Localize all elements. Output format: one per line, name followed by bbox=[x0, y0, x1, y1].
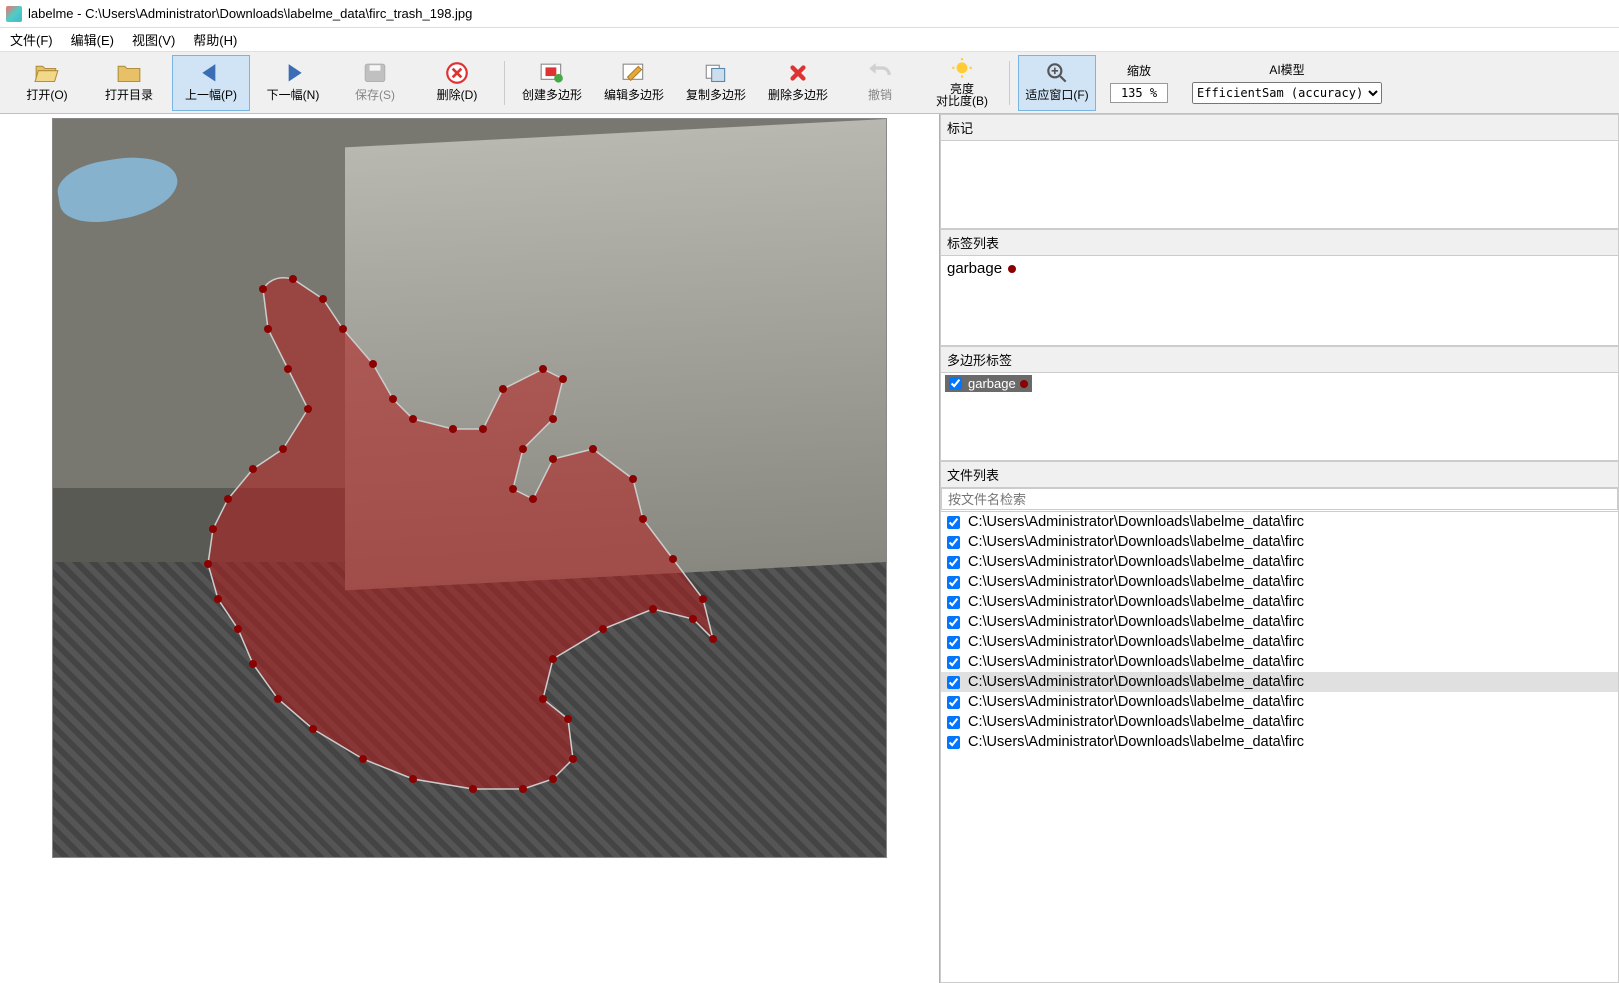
file-checkbox[interactable] bbox=[947, 656, 960, 669]
open-button[interactable]: 打开(O) bbox=[8, 55, 86, 111]
separator bbox=[504, 61, 505, 105]
zoom-label: 缩放 bbox=[1127, 62, 1151, 79]
toolbar: 打开(O) 打开目录 上一幅(P) 下一幅(N) 保存(S) 删除(D) 创建多… bbox=[0, 52, 1619, 114]
app-icon bbox=[6, 6, 22, 22]
file-checkbox[interactable] bbox=[947, 556, 960, 569]
label-list-header[interactable]: 标签列表 bbox=[940, 229, 1619, 256]
delete-polygon-icon bbox=[785, 62, 811, 84]
file-list-item[interactable]: C:\Users\Administrator\Downloads\labelme… bbox=[941, 712, 1618, 732]
file-search-input[interactable] bbox=[941, 488, 1618, 510]
file-checkbox[interactable] bbox=[947, 596, 960, 609]
color-dot-icon bbox=[1008, 265, 1016, 273]
copy-icon bbox=[703, 62, 729, 84]
arrow-right-icon bbox=[280, 62, 306, 84]
save-button: 保存(S) bbox=[336, 55, 414, 111]
file-checkbox[interactable] bbox=[947, 536, 960, 549]
copy-polygon-button[interactable]: 复制多边形 bbox=[677, 55, 755, 111]
titlebar: labelme - C:\Users\Administrator\Downloa… bbox=[0, 0, 1619, 28]
file-path-text: C:\Users\Administrator\Downloads\labelme… bbox=[968, 534, 1304, 550]
polygon-annotation[interactable] bbox=[113, 269, 733, 799]
file-checkbox[interactable] bbox=[947, 636, 960, 649]
file-checkbox[interactable] bbox=[947, 676, 960, 689]
loaded-image[interactable] bbox=[52, 118, 887, 858]
file-list-header[interactable]: 文件列表 bbox=[940, 461, 1619, 488]
polygon-visibility-checkbox[interactable] bbox=[949, 377, 962, 390]
next-image-button[interactable]: 下一幅(N) bbox=[254, 55, 332, 111]
file-checkbox[interactable] bbox=[947, 736, 960, 749]
edit-polygon-icon bbox=[621, 62, 647, 84]
folder-open-icon bbox=[34, 62, 60, 84]
file-list-item[interactable]: C:\Users\Administrator\Downloads\labelme… bbox=[941, 672, 1618, 692]
file-path-text: C:\Users\Administrator\Downloads\labelme… bbox=[968, 574, 1304, 590]
delete-polygon-button[interactable]: 删除多边形 bbox=[759, 55, 837, 111]
brightness-icon bbox=[949, 59, 975, 81]
zoom-value[interactable]: 135 % bbox=[1110, 83, 1168, 103]
open-dir-button[interactable]: 打开目录 bbox=[90, 55, 168, 111]
file-list-item[interactable]: C:\Users\Administrator\Downloads\labelme… bbox=[941, 592, 1618, 612]
undo-icon bbox=[867, 62, 893, 84]
flags-panel-header[interactable]: 标记 bbox=[940, 114, 1619, 141]
file-path-text: C:\Users\Administrator\Downloads\labelme… bbox=[968, 594, 1304, 610]
file-search bbox=[940, 488, 1619, 512]
file-path-text: C:\Users\Administrator\Downloads\labelme… bbox=[968, 714, 1304, 730]
file-list-item[interactable]: C:\Users\Administrator\Downloads\labelme… bbox=[941, 652, 1618, 672]
label-list-panel[interactable]: garbage bbox=[940, 256, 1619, 346]
separator bbox=[1009, 61, 1010, 105]
file-path-text: C:\Users\Administrator\Downloads\labelme… bbox=[968, 554, 1304, 570]
create-polygon-button[interactable]: 创建多边形 bbox=[513, 55, 591, 111]
window-title: labelme - C:\Users\Administrator\Downloa… bbox=[28, 6, 472, 21]
file-list-item[interactable]: C:\Users\Administrator\Downloads\labelme… bbox=[941, 632, 1618, 652]
fit-window-icon bbox=[1044, 62, 1070, 84]
create-polygon-icon bbox=[539, 62, 565, 84]
menubar: 文件(F) 编辑(E) 视图(V) 帮助(H) bbox=[0, 28, 1619, 52]
file-path-text: C:\Users\Administrator\Downloads\labelme… bbox=[968, 694, 1304, 710]
color-dot-icon bbox=[1020, 380, 1028, 388]
file-path-text: C:\Users\Administrator\Downloads\labelme… bbox=[968, 514, 1304, 530]
zoom-control: 缩放 135 % bbox=[1100, 62, 1178, 103]
file-list-item[interactable]: C:\Users\Administrator\Downloads\labelme… bbox=[941, 692, 1618, 712]
file-list-item[interactable]: C:\Users\Administrator\Downloads\labelme… bbox=[941, 532, 1618, 552]
canvas-area[interactable] bbox=[0, 114, 939, 983]
file-path-text: C:\Users\Administrator\Downloads\labelme… bbox=[968, 674, 1304, 690]
ai-model-label: AI模型 bbox=[1269, 61, 1304, 78]
save-icon bbox=[362, 62, 388, 84]
flags-panel[interactable] bbox=[940, 141, 1619, 229]
file-list-item[interactable]: C:\Users\Administrator\Downloads\labelme… bbox=[941, 552, 1618, 572]
file-checkbox[interactable] bbox=[947, 616, 960, 629]
polygon-label-item[interactable]: garbage bbox=[945, 375, 1032, 392]
file-checkbox[interactable] bbox=[947, 576, 960, 589]
file-list-item[interactable]: C:\Users\Administrator\Downloads\labelme… bbox=[941, 732, 1618, 752]
side-panels: 标记 标签列表 garbage 多边形标签 garbage 文件列表 C:\Us… bbox=[939, 114, 1619, 983]
file-path-text: C:\Users\Administrator\Downloads\labelme… bbox=[968, 634, 1304, 650]
menu-edit[interactable]: 编辑(E) bbox=[71, 30, 114, 49]
file-checkbox[interactable] bbox=[947, 696, 960, 709]
file-path-text: C:\Users\Administrator\Downloads\labelme… bbox=[968, 734, 1304, 750]
undo-button: 撤销 bbox=[841, 55, 919, 111]
polygon-labels-header[interactable]: 多边形标签 bbox=[940, 346, 1619, 373]
label-item[interactable]: garbage bbox=[947, 260, 1612, 277]
menu-view[interactable]: 视图(V) bbox=[132, 30, 175, 49]
delete-button[interactable]: 删除(D) bbox=[418, 55, 496, 111]
file-checkbox[interactable] bbox=[947, 716, 960, 729]
delete-icon bbox=[444, 62, 470, 84]
fit-window-button[interactable]: 适应窗口(F) bbox=[1018, 55, 1096, 111]
file-list-item[interactable]: C:\Users\Administrator\Downloads\labelme… bbox=[941, 512, 1618, 532]
ai-model-select[interactable]: EfficientSam (accuracy) bbox=[1192, 82, 1382, 104]
file-path-text: C:\Users\Administrator\Downloads\labelme… bbox=[968, 614, 1304, 630]
ai-model-control: AI模型 EfficientSam (accuracy) bbox=[1182, 61, 1392, 104]
file-list-panel[interactable]: C:\Users\Administrator\Downloads\labelme… bbox=[940, 512, 1619, 983]
polygon-labels-panel[interactable]: garbage bbox=[940, 373, 1619, 461]
file-list-item[interactable]: C:\Users\Administrator\Downloads\labelme… bbox=[941, 572, 1618, 592]
edit-polygon-button[interactable]: 编辑多边形 bbox=[595, 55, 673, 111]
file-checkbox[interactable] bbox=[947, 516, 960, 529]
arrow-left-icon bbox=[198, 62, 224, 84]
menu-file[interactable]: 文件(F) bbox=[10, 30, 53, 49]
file-list-item[interactable]: C:\Users\Administrator\Downloads\labelme… bbox=[941, 612, 1618, 632]
prev-image-button[interactable]: 上一幅(P) bbox=[172, 55, 250, 111]
file-path-text: C:\Users\Administrator\Downloads\labelme… bbox=[968, 654, 1304, 670]
folder-icon bbox=[116, 62, 142, 84]
brightness-contrast-button[interactable]: 亮度对比度(B) bbox=[923, 55, 1001, 111]
menu-help[interactable]: 帮助(H) bbox=[193, 30, 237, 49]
